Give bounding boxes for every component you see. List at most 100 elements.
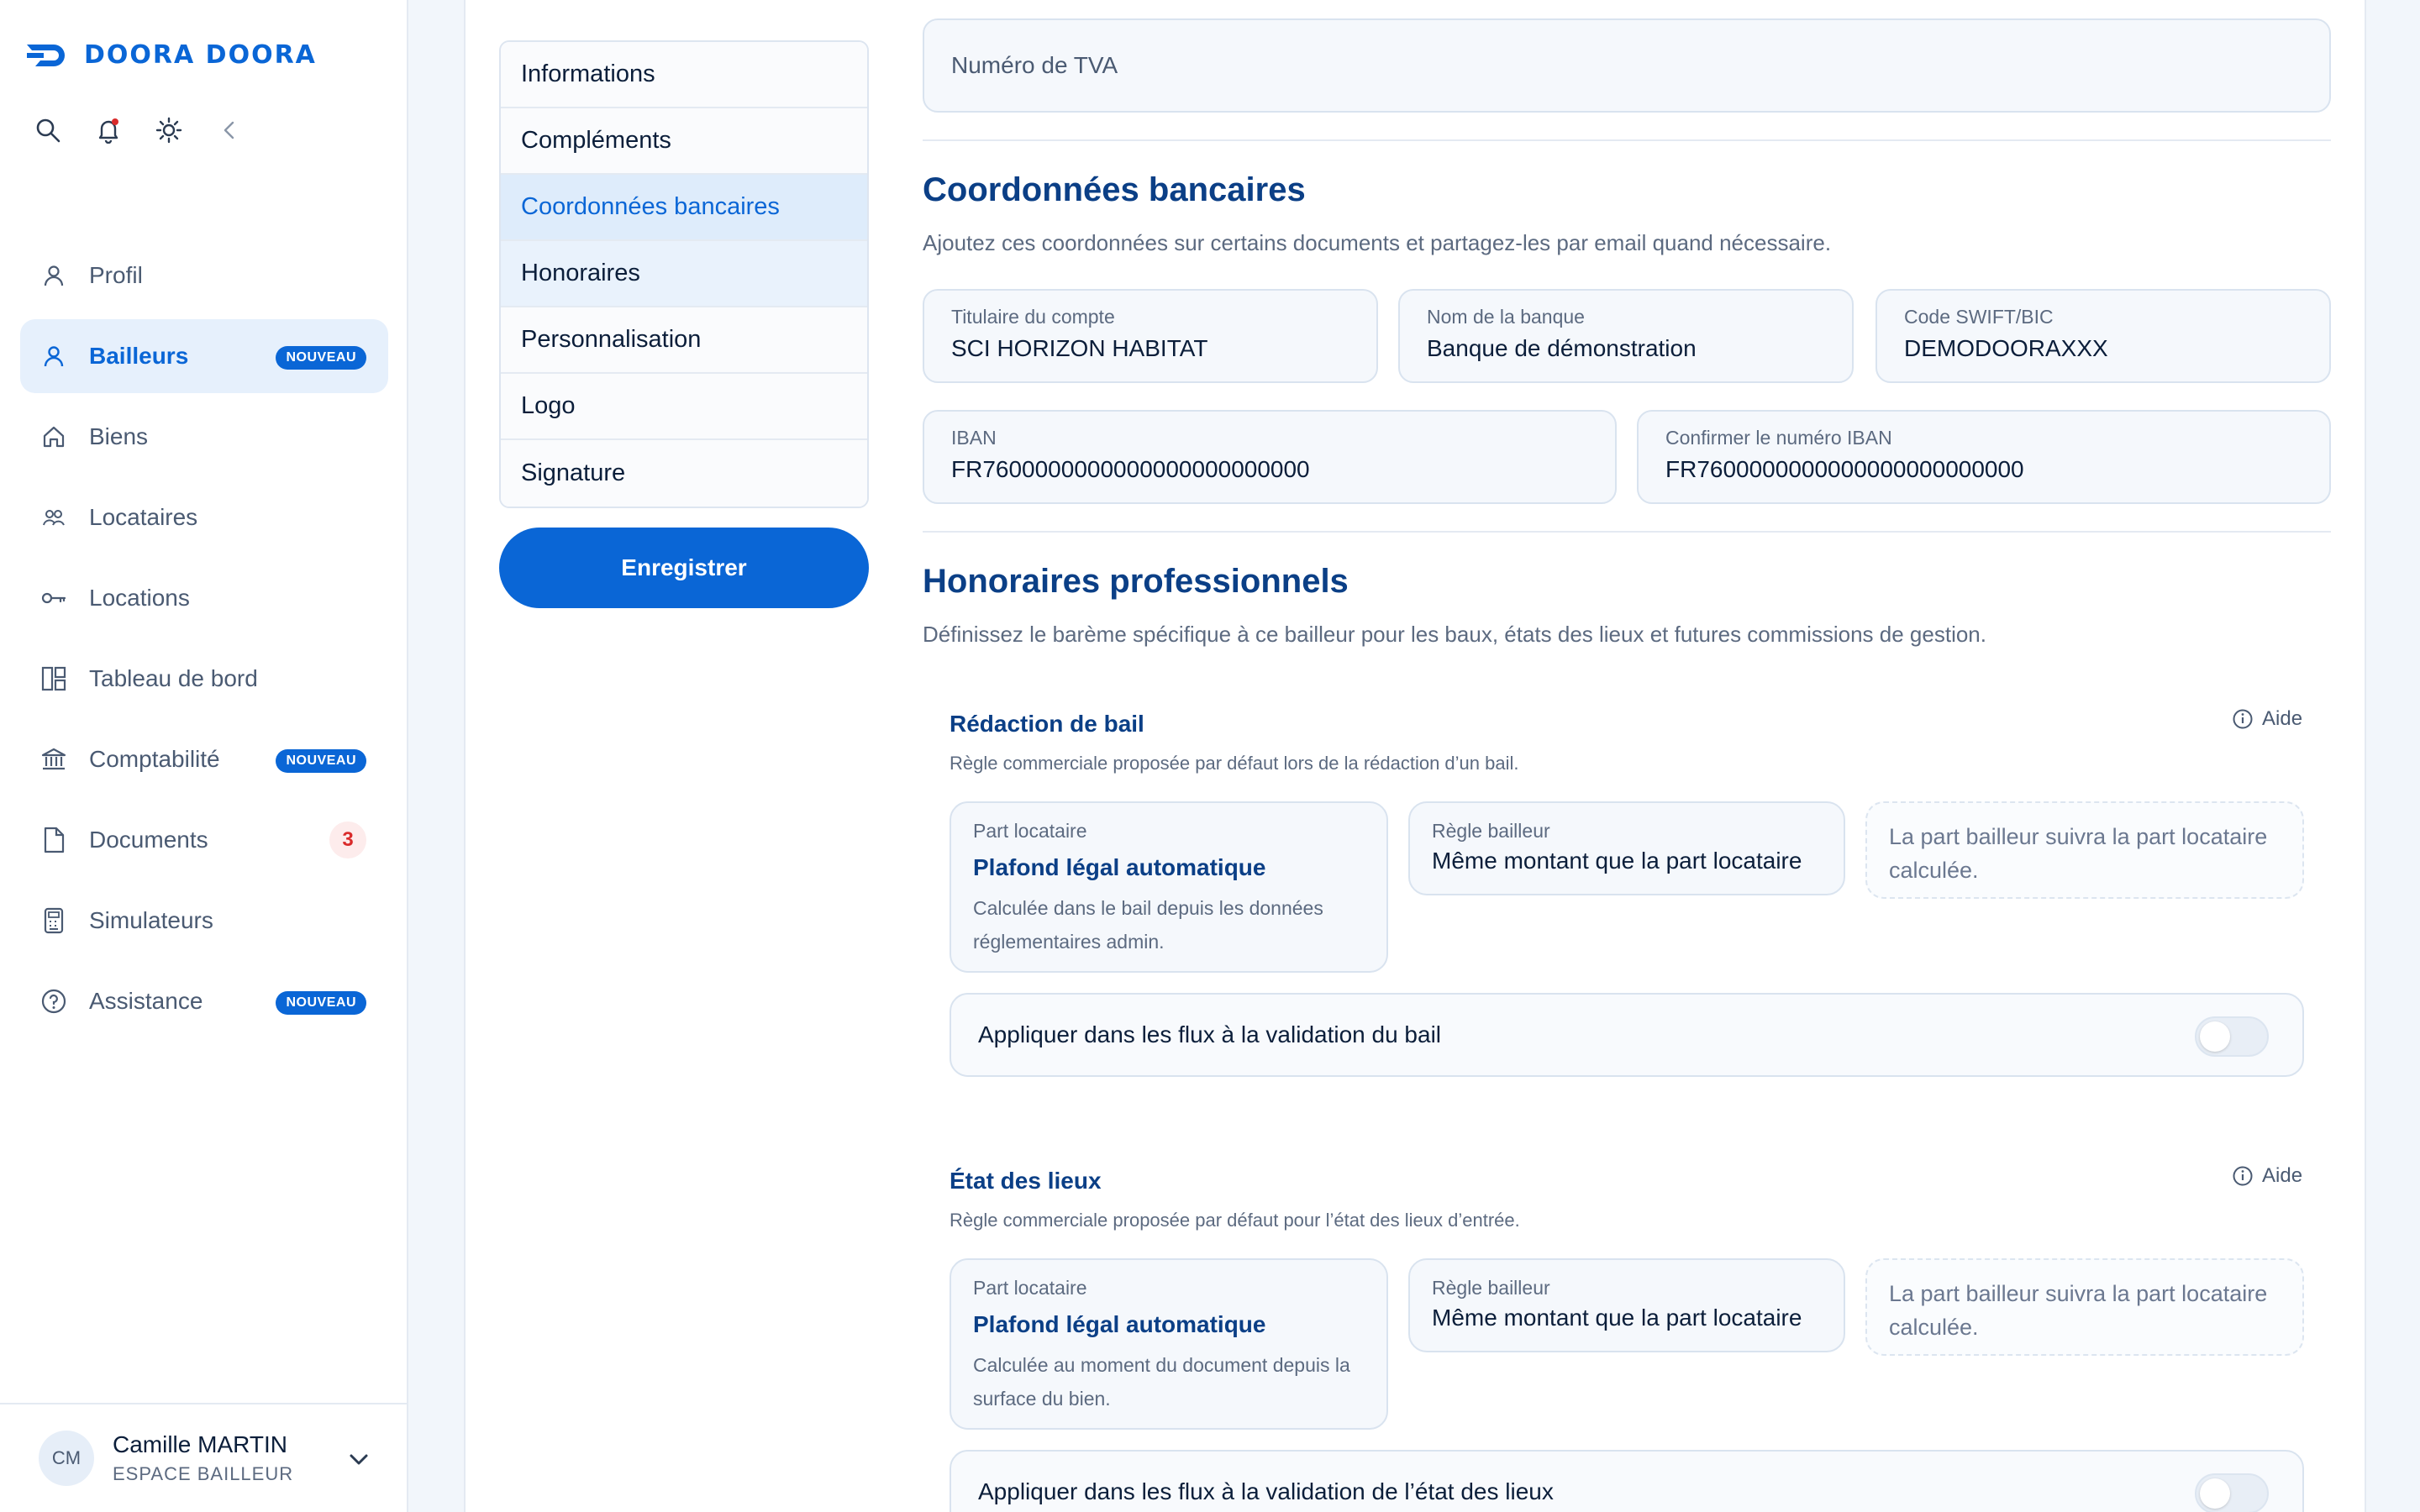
sidebar-item-label: Bailleurs — [89, 343, 189, 369]
card-value: Même montant que la part locataire — [1432, 1305, 1802, 1331]
section-tabs: Informations Compléments Coordonnées ban… — [499, 40, 869, 508]
new-badge: NOUVEAU — [276, 346, 366, 370]
field-label: IBAN — [951, 427, 997, 449]
card-value: Plafond légal automatique — [973, 854, 1266, 880]
documents-count-badge: 3 — [329, 822, 366, 858]
sidebar-item-label: Locations — [89, 585, 190, 611]
lease-landlord-note: La part bailleur suivra la part locatair… — [1865, 801, 2304, 899]
user-menu[interactable]: CM Camille MARTIN ESPACE BAILLEUR — [0, 1403, 408, 1512]
lease-apply-toggle[interactable] — [2195, 1016, 2269, 1057]
card-label: Part locataire — [973, 1277, 1087, 1299]
iban-field[interactable]: IBAN FR7600000000000000000000000 — [923, 410, 1617, 504]
field-value: SCI HORIZON HABITAT — [951, 335, 1208, 361]
inventory-landlord-note: La part bailleur suivra la part locatair… — [1865, 1258, 2304, 1356]
inventory-help-link[interactable]: Aide — [2232, 1164, 2302, 1188]
sidebar-item-assistance[interactable]: Assistance NOUVEAU — [20, 964, 388, 1038]
iban-confirm-field[interactable]: Confirmer le numéro IBAN FR7600000000000… — [1637, 410, 2331, 504]
lease-tenant-part-card[interactable]: Part locataire Plafond légal automatique… — [950, 801, 1388, 973]
sidebar-item-label: Documents — [89, 827, 208, 853]
users-icon — [39, 502, 69, 533]
chevron-down-icon[interactable] — [346, 1446, 371, 1476]
sun-icon[interactable] — [155, 116, 183, 144]
logo-icon — [27, 44, 65, 66]
tab-logo[interactable]: Logo — [501, 374, 867, 440]
card-label: Règle bailleur — [1432, 820, 1550, 842]
home-icon — [39, 422, 69, 452]
user-name: Camille MARTIN — [113, 1431, 287, 1457]
tab-personnalisation[interactable]: Personnalisation — [501, 307, 867, 374]
new-badge: NOUVEAU — [276, 749, 366, 773]
swift-bic-field[interactable]: Code SWIFT/BIC DEMODOORAXXX — [1876, 289, 2331, 383]
user-role: ESPACE BAILLEUR — [113, 1463, 294, 1484]
sidebar-nav: Profil Bailleurs NOUVEAU Biens Locataire… — [20, 239, 388, 1045]
app-logo[interactable]: DOORA DOORA — [25, 40, 317, 70]
card-label: Règle bailleur — [1432, 1277, 1550, 1299]
sidebar-item-biens[interactable]: Biens — [20, 400, 388, 474]
divider — [923, 139, 2331, 141]
sidebar-item-label: Simulateurs — [89, 907, 213, 933]
search-icon[interactable] — [34, 116, 62, 144]
tab-complements[interactable]: Compléments — [501, 108, 867, 175]
inventory-desc: Règle commerciale proposée par défaut po… — [950, 1210, 1520, 1231]
avatar: CM — [39, 1431, 94, 1486]
card-desc: Calculée dans le bail depuis les données… — [973, 897, 1323, 953]
toggle-label: Appliquer dans les flux à la validation … — [978, 1478, 1554, 1504]
bank-name-field[interactable]: Nom de la banque Banque de démonstration — [1398, 289, 1854, 383]
save-button[interactable]: Enregistrer — [499, 528, 869, 608]
lease-title: Rédaction de bail — [950, 711, 1144, 737]
field-label: Nom de la banque — [1427, 306, 1585, 328]
toggle-label: Appliquer dans les flux à la validation … — [978, 1021, 1442, 1047]
tab-signature[interactable]: Signature — [501, 440, 867, 507]
field-value: FR7600000000000000000000000 — [951, 456, 1310, 482]
bell-icon[interactable] — [94, 116, 123, 144]
help-label: Aide — [2262, 1164, 2303, 1187]
card-desc: Calculée au moment du document depuis la… — [973, 1354, 1350, 1410]
inventory-apply-toggle[interactable] — [2195, 1473, 2269, 1512]
logo-text: DOORA DOORA — [84, 40, 317, 70]
sidebar: DOORA DOORA Profil Bailleurs NOUVEAU Bie… — [0, 0, 408, 1512]
sidebar-item-profil[interactable]: Profil — [20, 239, 388, 312]
bank-section-subtitle: Ajoutez ces coordonnées sur certains doc… — [923, 230, 1832, 255]
tva-placeholder: Numéro de TVA — [951, 52, 1118, 78]
document-icon — [39, 825, 69, 855]
lease-apply-toggle-row[interactable]: Appliquer dans les flux à la validation … — [950, 993, 2304, 1077]
tab-coordonnees-bancaires[interactable]: Coordonnées bancaires — [501, 175, 867, 241]
toggle-knob — [2200, 1478, 2230, 1509]
inventory-tenant-part-card[interactable]: Part locataire Plafond légal automatique… — [950, 1258, 1388, 1430]
account-holder-field[interactable]: Titulaire du compte SCI HORIZON HABITAT — [923, 289, 1378, 383]
fees-section-title: Honoraires professionnels — [923, 563, 1349, 600]
inventory-apply-toggle-row[interactable]: Appliquer dans les flux à la validation … — [950, 1450, 2304, 1512]
sidebar-item-bailleurs[interactable]: Bailleurs NOUVEAU — [20, 319, 388, 393]
lease-landlord-rule-select[interactable]: Règle bailleur Même montant que la part … — [1408, 801, 1845, 895]
lease-desc: Règle commerciale proposée par défaut lo… — [950, 753, 1519, 774]
user-icon — [39, 260, 69, 291]
tab-informations[interactable]: Informations — [501, 42, 867, 108]
help-label: Aide — [2262, 707, 2303, 730]
field-value: FR7600000000000000000000000 — [1665, 456, 2024, 482]
sidebar-item-tableau-de-bord[interactable]: Tableau de bord — [20, 642, 388, 716]
tab-honoraires[interactable]: Honoraires — [501, 241, 867, 307]
collapse-chevron-icon[interactable] — [215, 116, 244, 144]
inventory-landlord-rule-select[interactable]: Règle bailleur Même montant que la part … — [1408, 1258, 1845, 1352]
card-label: Part locataire — [973, 820, 1087, 842]
sidebar-item-label: Profil — [89, 262, 143, 288]
info-icon — [2233, 709, 2253, 729]
inventory-title: État des lieux — [950, 1168, 1102, 1194]
bank-section-title: Coordonnées bancaires — [923, 171, 1306, 208]
new-badge: NOUVEAU — [276, 991, 366, 1015]
card-value: Même montant que la part locataire — [1432, 848, 1802, 874]
sidebar-item-label: Assistance — [89, 988, 203, 1014]
sidebar-item-label: Locataires — [89, 504, 198, 530]
sidebar-item-simulateurs[interactable]: Simulateurs — [20, 884, 388, 958]
toggle-knob — [2200, 1021, 2230, 1052]
sidebar-item-comptabilite[interactable]: Comptabilité NOUVEAU — [20, 722, 388, 796]
bank-icon — [39, 744, 69, 774]
field-value: DEMODOORAXXX — [1904, 335, 2108, 361]
sidebar-item-label: Tableau de bord — [89, 665, 258, 691]
sidebar-item-documents[interactable]: Documents 3 — [20, 803, 388, 877]
lease-help-link[interactable]: Aide — [2232, 707, 2302, 731]
sidebar-item-locataires[interactable]: Locataires — [20, 480, 388, 554]
sidebar-item-locations[interactable]: Locations — [20, 561, 388, 635]
fees-section-subtitle: Définissez le barème spécifique à ce bai… — [923, 622, 1986, 647]
tva-field[interactable]: Numéro de TVA — [923, 18, 2331, 113]
